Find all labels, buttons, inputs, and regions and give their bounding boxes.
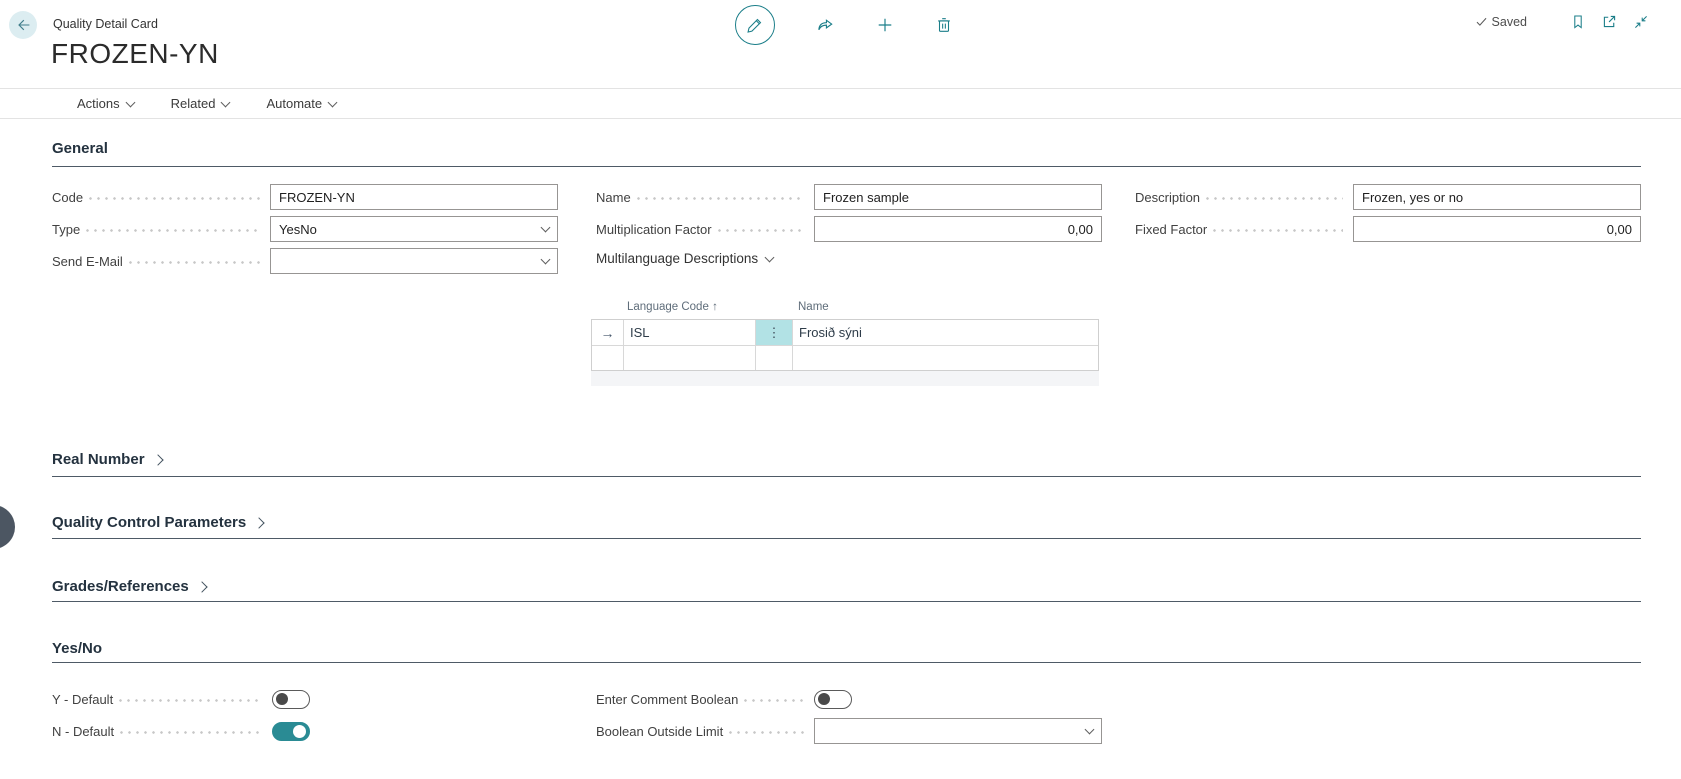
general-column-3: Description Frozen, yes or no Fixed Fact… <box>1135 184 1641 248</box>
y-default-label: Y - Default <box>52 692 113 707</box>
section-yes-no-heading[interactable]: Yes/No <box>52 640 1641 663</box>
chevron-right-icon <box>152 454 163 465</box>
n-default-label: N - Default <box>52 724 114 739</box>
yesno-column-2: Enter Comment Boolean Boolean Outside Li… <box>596 686 1102 750</box>
bookmark-icon <box>1570 14 1586 30</box>
share-icon <box>816 16 835 35</box>
field-n-default: N - Default <box>52 718 310 744</box>
section-quality-control-parameters[interactable]: Quality Control Parameters <box>52 514 1641 539</box>
collapse-button[interactable] <box>1633 14 1649 30</box>
type-label: Type <box>52 222 80 237</box>
page-title: FROZEN-YN <box>51 38 219 70</box>
type-select[interactable]: YesNo <box>270 216 558 242</box>
n-default-toggle[interactable] <box>272 722 310 741</box>
language-code-cell[interactable] <box>624 346 756 370</box>
yesno-column-1: Y - Default N - Default <box>52 686 558 750</box>
collapse-arrows-icon <box>1633 14 1649 30</box>
back-arrow-icon <box>15 17 31 33</box>
name-label: Name <box>596 190 631 205</box>
boolean-outside-limit-label: Boolean Outside Limit <box>596 724 723 739</box>
pencil-icon <box>746 16 764 34</box>
fixed-factor-label: Fixed Factor <box>1135 222 1207 237</box>
page-caption: Quality Detail Card <box>53 17 158 31</box>
menu-automate[interactable]: Automate <box>266 96 336 111</box>
field-type: Type YesNo <box>52 216 558 242</box>
open-in-new-window-button[interactable] <box>1601 13 1618 30</box>
new-button[interactable] <box>876 16 894 34</box>
multilanguage-descriptions-group[interactable]: Multilanguage Descriptions <box>596 251 1102 266</box>
field-name: Name Frozen sample <box>596 184 1102 210</box>
enter-comment-boolean-label: Enter Comment Boolean <box>596 692 738 707</box>
y-default-toggle[interactable] <box>272 690 310 709</box>
name-cell[interactable]: Frosið sýni <box>793 320 1098 345</box>
field-code: Code FROZEN-YN <box>52 184 558 210</box>
column-name[interactable]: Name <box>792 301 1099 313</box>
field-multiplication-factor: Multiplication Factor 0,00 <box>596 216 1102 242</box>
column-language-code[interactable]: Language Code ↑ <box>623 301 755 313</box>
description-input[interactable]: Frozen, yes or no <box>1353 184 1641 210</box>
bookmark-button[interactable] <box>1570 14 1586 30</box>
field-fixed-factor: Fixed Factor 0,00 <box>1135 216 1641 242</box>
chevron-right-icon <box>254 517 265 528</box>
field-y-default: Y - Default <box>52 686 310 712</box>
name-cell[interactable] <box>793 346 1098 370</box>
save-status: Saved <box>1475 15 1527 29</box>
delete-button[interactable] <box>935 16 953 34</box>
send-email-label: Send E-Mail <box>52 254 123 269</box>
menu-actions[interactable]: Actions <box>77 96 134 111</box>
field-description: Description Frozen, yes or no <box>1135 184 1641 210</box>
language-code-cell[interactable]: ISL <box>624 320 756 345</box>
table-row <box>592 345 1098 370</box>
code-label: Code <box>52 190 83 205</box>
row-indicator-icon: → <box>592 320 624 345</box>
section-grades-references[interactable]: Grades/References <box>52 578 1641 602</box>
chevron-down-icon <box>221 97 231 107</box>
boolean-outside-limit-select[interactable] <box>814 718 1102 744</box>
description-label: Description <box>1135 190 1200 205</box>
name-input[interactable]: Frozen sample <box>814 184 1102 210</box>
general-column-1: Code FROZEN-YN Type YesNo Send E-Mail <box>52 184 558 280</box>
field-enter-comment-boolean: Enter Comment Boolean <box>596 686 852 712</box>
chevron-down-icon <box>541 223 551 233</box>
chevron-down-icon <box>125 97 135 107</box>
send-email-select[interactable] <box>270 248 558 274</box>
chevron-down-icon <box>328 97 338 107</box>
sort-ascending-icon: ↑ <box>712 301 718 313</box>
chevron-down-icon <box>541 255 551 265</box>
menu-related[interactable]: Related <box>171 96 230 111</box>
enter-comment-boolean-toggle[interactable] <box>814 690 852 709</box>
trash-icon <box>935 16 953 34</box>
section-general-heading[interactable]: General <box>52 140 1641 167</box>
back-button[interactable] <box>9 11 37 39</box>
side-panel-handle[interactable] <box>0 505 15 549</box>
chevron-down-icon <box>765 252 775 262</box>
table-footer <box>591 371 1099 386</box>
action-menubar: Actions Related Automate <box>0 88 1681 119</box>
check-icon <box>1475 15 1488 28</box>
table-row: → ISL ⋮ Frosið sýni <box>592 320 1098 345</box>
row-menu-icon[interactable]: ⋮ <box>756 320 793 345</box>
plus-icon <box>876 16 894 34</box>
multilanguage-table: Language Code ↑ Name → ISL ⋮ Frosið sýni <box>591 295 1099 386</box>
table-header: Language Code ↑ Name <box>591 295 1099 319</box>
fixed-factor-input[interactable]: 0,00 <box>1353 216 1641 242</box>
popout-icon <box>1601 13 1618 30</box>
multiplication-factor-input[interactable]: 0,00 <box>814 216 1102 242</box>
chevron-down-icon <box>1085 725 1095 735</box>
share-button[interactable] <box>816 16 835 35</box>
record-toolbar <box>735 4 953 46</box>
row-menu-cell[interactable] <box>756 346 793 370</box>
field-send-email: Send E-Mail <box>52 248 558 274</box>
multiplication-factor-label: Multiplication Factor <box>596 222 712 237</box>
chevron-right-icon <box>196 581 207 592</box>
field-boolean-outside-limit: Boolean Outside Limit <box>596 718 1102 744</box>
section-real-number[interactable]: Real Number <box>52 451 1641 477</box>
code-input[interactable]: FROZEN-YN <box>270 184 558 210</box>
window-controls: Saved <box>1475 13 1649 30</box>
edit-button[interactable] <box>735 5 775 45</box>
general-column-2: Name Frozen sample Multiplication Factor… <box>596 184 1102 266</box>
